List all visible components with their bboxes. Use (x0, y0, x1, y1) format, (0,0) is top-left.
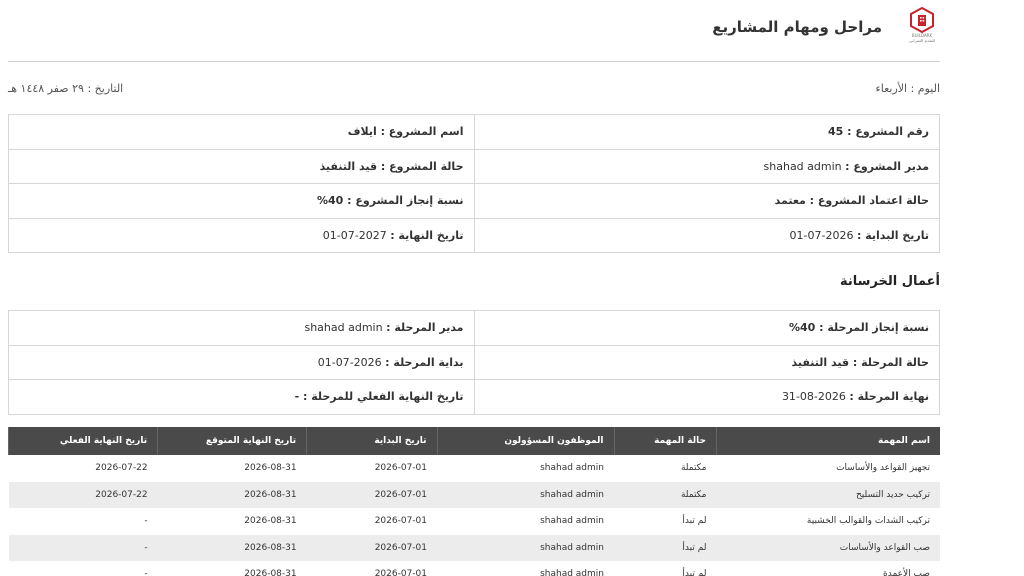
col-expected-end: تاريخ النهاية المتوقع (157, 427, 307, 455)
col-actual-end: تاريخ النهاية الفعلي (7, 427, 158, 455)
company-logo: BUILDARK للتقدم العمراني (904, 7, 940, 49)
task-name: تجهيز القواعد والأساسات (836, 463, 930, 474)
stage-title: أعمال الخرسانة (840, 274, 940, 289)
project-info-table: رقم المشروع : 45 اسم المشروع : ايلاف مدي… (8, 114, 940, 253)
project-status: حالة المشروع : قيد التنفيذ (8, 148, 475, 184)
stage-end-label: نهاية المرحلة : (849, 390, 929, 404)
table-row: تركيب الشدات والقوالب الخشبية لم تبدأ sh… (9, 508, 941, 535)
task-start: 2026-07-01 (374, 516, 428, 527)
col-task-name: اسم المهمة (715, 427, 940, 455)
task-start: 2026-07-01 (374, 569, 428, 576)
stage-start-date: 2026-07-01 (317, 355, 382, 369)
table-row: صب القواعد والأساسات لم تبدأ shahad admi… (8, 534, 940, 561)
col-start-date: تاريخ البداية (306, 427, 438, 455)
task-responsible: shahad admin (540, 463, 604, 474)
tasks-header-row: اسم المهمة حالة المهمة الموظفون المسؤولو… (7, 427, 940, 455)
project-name: اسم المشروع : ايلاف (8, 114, 475, 150)
task-expected-end: 2026-08-31 (157, 481, 307, 508)
col-responsible: الموظفون المسؤولون (436, 427, 614, 455)
table-row: تجهيز القواعد والأساسات مكتملة shahad ad… (9, 455, 941, 482)
task-name: تركيب الشدات والقوالب الخشبية (806, 516, 930, 527)
task-status: مكتملة (614, 481, 717, 508)
logo-subtext: للتقدم العمراني (909, 38, 935, 43)
task-start: 2026-07-01 (306, 481, 438, 508)
building-logo-icon (910, 7, 934, 33)
project-start-date: 2026-07-01 (789, 228, 854, 242)
task-expected-end: 2026-08-31 (244, 463, 297, 474)
stage-info-row: نسبة إنجاز المرحلة : 40% مدير المرحلة : … (8, 310, 940, 346)
task-expected-end: 2026-08-31 (157, 534, 307, 561)
task-actual-end: 2026-07-22 (95, 463, 148, 474)
col-task-status: حالة المهمة (613, 427, 717, 455)
task-status: لم تبدأ (614, 534, 717, 561)
day-label: اليوم : الأربعاء (875, 82, 940, 95)
task-responsible: shahad admin (540, 516, 604, 527)
project-completion: نسبة إنجاز المشروع : 40% (8, 183, 475, 219)
stage-manager-label: مدير المرحلة : (386, 321, 464, 335)
stage-end-cell: نهاية المرحلة : 2026-08-31 (473, 379, 940, 415)
stage-status: حالة المرحلة : قيد التنفيذ (473, 344, 940, 380)
project-manager: shahad admin (763, 159, 842, 173)
page-title: مراحل ومهام المشاريع (712, 18, 882, 36)
project-manager-cell: مدير المشروع : shahad admin (473, 148, 940, 184)
project-manager-label: مدير المشروع : (845, 159, 929, 173)
task-start: 2026-07-01 (306, 534, 438, 561)
project-info-row: حالة اعتماد المشروع : معتمد نسبة إنجاز ا… (8, 183, 940, 219)
stage-start-label: بداية المرحلة : (385, 355, 464, 369)
project-start-label: تاريخ البداية : (856, 228, 929, 242)
task-expected-end: 2026-08-31 (244, 569, 297, 576)
stage-completion: نسبة إنجاز المرحلة : 40% (473, 310, 940, 346)
task-start: 2026-07-01 (374, 463, 428, 474)
project-end-label: تاريخ النهاية : (390, 228, 464, 242)
task-status: لم تبدأ (682, 569, 707, 576)
project-number: رقم المشروع : 45 (473, 114, 940, 150)
task-actual-end: - (8, 534, 158, 561)
stage-end-date: 2026-08-31 (781, 390, 846, 404)
stage-start-cell: بداية المرحلة : 2026-07-01 (8, 344, 475, 380)
stage-info-row: نهاية المرحلة : 2026-08-31 تاريخ النهاية… (8, 379, 940, 415)
task-responsible: shahad admin (437, 481, 614, 508)
task-actual-end: 2026-07-22 (8, 481, 158, 508)
project-approval-status: حالة اعتماد المشروع : معتمد (473, 183, 940, 219)
task-actual-end: - (144, 569, 148, 576)
task-name: صب القواعد والأساسات (716, 534, 940, 561)
table-row: تركيب حديد التسليح مكتملة shahad admin 2… (8, 481, 940, 508)
task-actual-end: - (144, 516, 148, 527)
project-start-cell: تاريخ البداية : 2026-07-01 (473, 217, 940, 253)
stage-info-table: نسبة إنجاز المرحلة : 40% مدير المرحلة : … (8, 310, 940, 415)
stage-manager-cell: مدير المرحلة : shahad admin (8, 310, 475, 346)
task-name: تركيب حديد التسليح (716, 481, 940, 508)
task-responsible: shahad admin (437, 534, 614, 561)
task-status: لم تبدأ (682, 516, 707, 527)
tasks-table: اسم المهمة حالة المهمة الموظفون المسؤولو… (7, 427, 941, 576)
project-info-row: مدير المشروع : shahad admin حالة المشروع… (8, 148, 940, 184)
task-name: صب الأعمدة (883, 569, 930, 576)
hijri-date-label: التاريخ : ٢٩ صفر ١٤٤٨ هـ (8, 82, 124, 95)
project-end-date: 2027-07-01 (322, 228, 387, 242)
stage-info-row: حالة المرحلة : قيد التنفيذ بداية المرحلة… (8, 344, 940, 380)
page-header: BUILDARK للتقدم العمراني مراحل ومهام الم… (8, 0, 940, 62)
project-info-row: تاريخ البداية : 2026-07-01 تاريخ النهاية… (8, 217, 940, 253)
table-row: صب الأعمدة لم تبدأ shahad admin 2026-07-… (9, 561, 941, 576)
task-expected-end: 2026-08-31 (244, 516, 297, 527)
stage-manager: shahad admin (304, 321, 383, 335)
project-end-cell: تاريخ النهاية : 2027-07-01 (8, 217, 475, 253)
project-info-row: رقم المشروع : 45 اسم المشروع : ايلاف (8, 114, 940, 150)
stage-actual-end: تاريخ النهاية الفعلي للمرحلة : - (8, 379, 475, 415)
task-status: مكتملة (680, 463, 707, 474)
task-responsible: shahad admin (540, 569, 604, 576)
